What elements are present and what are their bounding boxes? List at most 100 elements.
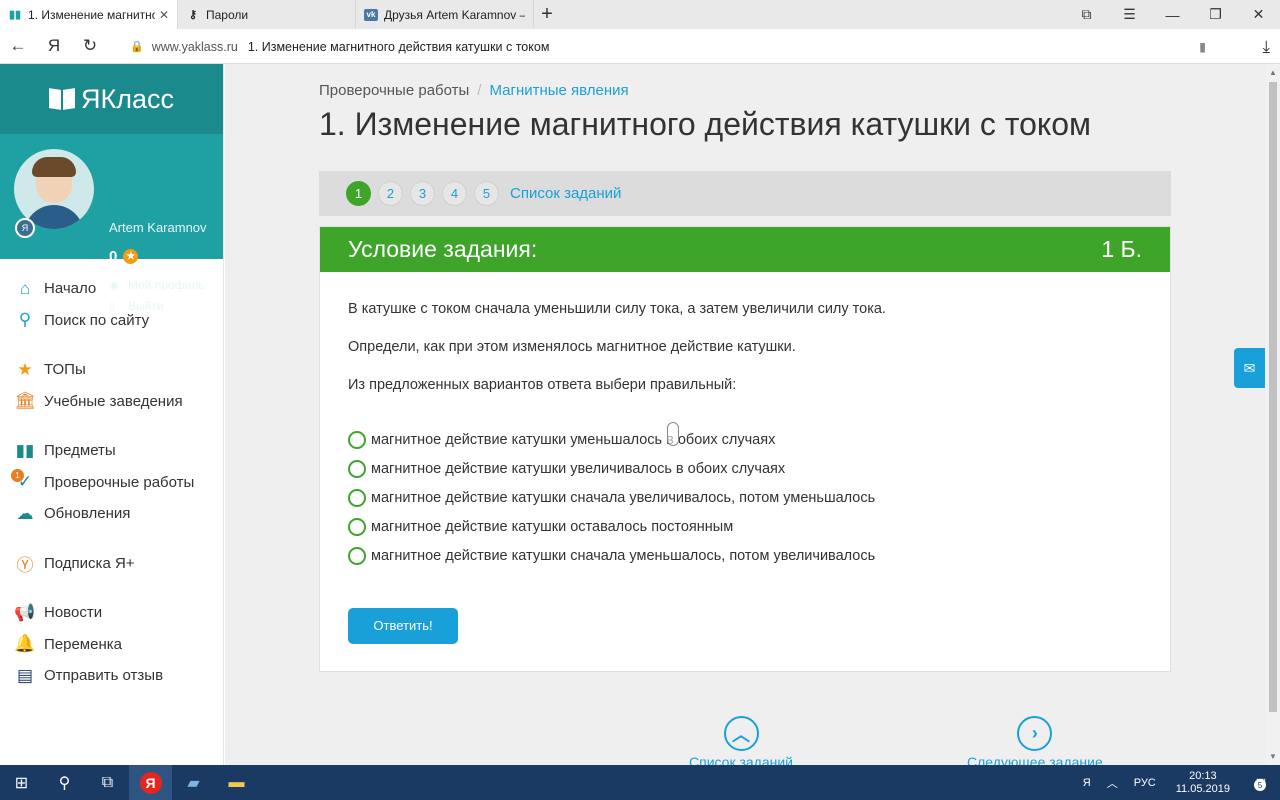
- yandex-icon[interactable]: Я: [36, 29, 72, 64]
- page-title: 1. Изменение магнитного действия катушки…: [319, 106, 1092, 142]
- sidebar-item-subjects[interactable]: ▮▮ Предметы: [0, 435, 223, 467]
- back-icon[interactable]: ←: [0, 29, 36, 64]
- close-tab-icon[interactable]: ✕: [159, 8, 169, 22]
- answer-option[interactable]: магнитное действие катушки оставалось по…: [348, 513, 1142, 542]
- breadcrumb: Проверочные работы / Магнитные явления: [319, 82, 629, 99]
- radio-button[interactable]: [348, 459, 366, 478]
- download-icon[interactable]: ⤓: [1262, 37, 1270, 57]
- task-text-3: Из предложенных вариантов ответа выбери …: [348, 377, 737, 393]
- bell-icon: 🔔: [14, 634, 36, 654]
- username[interactable]: Artem Karamnov: [109, 220, 207, 235]
- book-icon: ▮▮: [8, 9, 22, 21]
- url-title: 1. Изменение магнитного действия катушки…: [247, 39, 550, 54]
- logo-text: ЯКласс: [81, 83, 174, 114]
- notepad-taskbar-icon[interactable]: ▰: [172, 765, 215, 800]
- scroll-cursor-icon: [667, 422, 679, 446]
- close-window-icon[interactable]: ✕: [1237, 0, 1280, 29]
- sidebar-menu: ⌂ Начало ⚲ Поиск по сайту ★ ТОПы 🏛 Учебные з…: [0, 259, 223, 692]
- notification-badge: 1: [11, 468, 24, 482]
- home-icon: ⌂: [19, 278, 31, 298]
- bookmark-icon[interactable]: ▮: [1199, 39, 1206, 54]
- answer-options: магнитное действие катушки уменьшалось в…: [348, 425, 1142, 571]
- step-4[interactable]: 4: [442, 181, 467, 206]
- notification-count: 5: [1254, 779, 1266, 791]
- taskbar: ⊞ ⚲ ⧉ Я ▰ ▬ Я ︿ РУС 20:13 11.05.2019 ▤5: [0, 765, 1280, 800]
- sidebar-item-updates[interactable]: ☁ Обновления: [0, 498, 223, 530]
- url-field[interactable]: 🔒 www.yaklass.ru 1. Изменение магнитного…: [120, 33, 1220, 60]
- clock[interactable]: 20:13 11.05.2019: [1176, 770, 1230, 796]
- mail-icon[interactable]: ✉: [1234, 348, 1265, 388]
- submit-answer-button[interactable]: Ответить!: [348, 607, 458, 644]
- task-steps: 1 2 3 4 5 Список заданий: [319, 171, 1171, 216]
- search-icon: ⚲: [18, 310, 32, 330]
- sidebar-item-tops[interactable]: ★ ТОПы: [0, 354, 223, 386]
- next-task-nav[interactable]: › Следующее задание: [967, 716, 1103, 765]
- tab-yaklass[interactable]: ▮▮ 1. Изменение магнитно ✕: [0, 0, 178, 29]
- chevron-right-icon: ›: [1017, 716, 1053, 751]
- task-list-link[interactable]: Список заданий: [510, 185, 621, 202]
- score: 0 ★: [109, 248, 139, 265]
- sidebar-item-schools[interactable]: 🏛 Учебные заведения: [0, 386, 223, 418]
- scroll-up-icon[interactable]: ▲: [1269, 68, 1277, 77]
- minimize-icon[interactable]: —: [1151, 0, 1194, 29]
- tab-passwords[interactable]: ⚷ Пароли: [178, 0, 356, 29]
- task-points: 1 Б.: [1101, 236, 1142, 262]
- step-3[interactable]: 3: [410, 181, 435, 206]
- scrollbar-thumb[interactable]: [1269, 82, 1277, 712]
- new-tab-button[interactable]: +: [534, 0, 560, 29]
- yandex-tray-icon[interactable]: Я: [1083, 777, 1091, 789]
- yandex-browser-taskbar[interactable]: Я: [129, 765, 172, 800]
- sidebar-item-tests[interactable]: 1 ✓ Проверочные работы: [0, 467, 223, 499]
- radio-button[interactable]: [348, 488, 366, 507]
- search-icon[interactable]: ⚲: [43, 765, 86, 800]
- step-5[interactable]: 5: [474, 181, 499, 206]
- step-2[interactable]: 2: [378, 181, 403, 206]
- avatar[interactable]: [14, 149, 94, 229]
- chevron-up-icon: ︿: [723, 716, 759, 751]
- hamburger-menu-icon[interactable]: ☰: [1108, 0, 1151, 29]
- sidebar-item-news[interactable]: 📢 Новости: [0, 597, 223, 629]
- task-card: Условие задания: 1 Б. В катушке с током …: [319, 226, 1171, 672]
- step-1[interactable]: 1: [346, 181, 371, 206]
- sidebar-item-search[interactable]: ⚲ Поиск по сайту: [0, 305, 223, 337]
- key-icon: ⚷: [188, 9, 198, 21]
- windows-start-icon[interactable]: ⊞: [0, 765, 43, 800]
- chevron-up-icon[interactable]: ︿: [1107, 775, 1118, 791]
- star-icon: ★: [17, 359, 33, 379]
- reload-icon[interactable]: ↻: [72, 29, 108, 64]
- notifications-icon[interactable]: ▤5: [1242, 776, 1280, 791]
- answer-option[interactable]: магнитное действие катушки увеличивалось…: [348, 454, 1142, 483]
- ya-plus-badge-icon: Я: [15, 218, 35, 238]
- radio-button[interactable]: [348, 518, 366, 537]
- book-icon: ▮▮: [15, 440, 35, 460]
- language-indicator[interactable]: РУС: [1134, 777, 1156, 789]
- yandex-browser-icon: Я: [139, 771, 162, 794]
- sidebar-item-subscription[interactable]: Ⓨ Подписка Я+: [0, 548, 223, 580]
- main-content: Проверочные работы / Магнитные явления 1. …: [225, 64, 1266, 765]
- answer-option[interactable]: магнитное действие катушки сначала умень…: [348, 542, 1142, 571]
- logo-book-icon: [49, 89, 75, 109]
- sidebar-item-feedback[interactable]: ▤ Отправить отзыв: [0, 660, 223, 692]
- task-list-nav[interactable]: ︿ Список заданий: [689, 716, 793, 765]
- task-body: В катушке с током сначала уменьшили силу…: [320, 272, 1170, 644]
- task-text-2: Определи, как при этом изменялось магнит…: [348, 339, 796, 355]
- breadcrumb-current[interactable]: Магнитные явления: [489, 82, 628, 99]
- megaphone-icon: 📢: [14, 602, 36, 622]
- radio-button[interactable]: [348, 430, 366, 449]
- sidebar-item-home[interactable]: ⌂ Начало: [0, 273, 223, 305]
- answer-option[interactable]: магнитное действие катушки сначала увели…: [348, 483, 1142, 512]
- answer-option[interactable]: магнитное действие катушки уменьшалось в…: [348, 425, 1142, 454]
- tabs-menu-icon[interactable]: ⧉: [1065, 0, 1108, 29]
- breadcrumb-root[interactable]: Проверочные работы: [319, 82, 469, 99]
- radio-button[interactable]: [348, 547, 366, 566]
- restore-icon[interactable]: ❐: [1194, 0, 1237, 29]
- scrollbar[interactable]: ▲ ▼: [1266, 64, 1280, 765]
- sidebar-item-break[interactable]: 🔔 Переменка: [0, 629, 223, 661]
- logo[interactable]: ЯКласс: [0, 64, 223, 134]
- tab-vk[interactable]: vk Друзья Artem Karamnov —: [356, 0, 534, 29]
- file-explorer-icon[interactable]: ▬: [215, 765, 258, 800]
- task-view-icon[interactable]: ⧉: [86, 765, 129, 800]
- lock-icon: 🔒: [130, 41, 144, 53]
- task-text-1: В катушке с током сначала уменьшили силу…: [348, 301, 886, 317]
- scroll-down-icon[interactable]: ▼: [1269, 752, 1277, 761]
